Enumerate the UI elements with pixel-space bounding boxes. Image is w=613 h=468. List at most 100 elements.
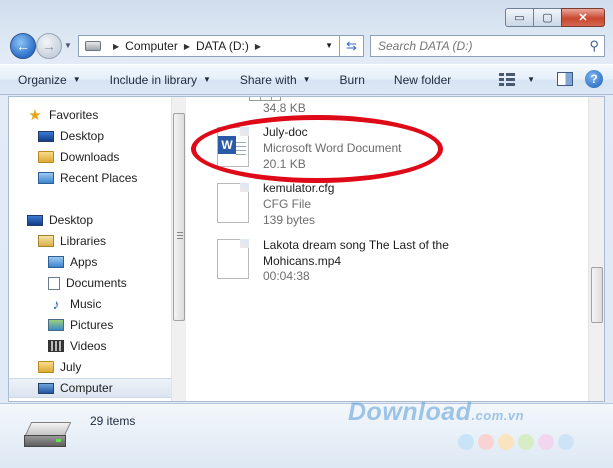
command-bar: Organize ▼ Include in library ▼ Share wi… (0, 64, 613, 95)
forward-arrow-icon: → (42, 38, 56, 54)
library-folder-icon (48, 256, 64, 268)
back-arrow-icon: ← (16, 38, 30, 54)
libraries-icon (38, 235, 54, 247)
address-row: ← → ▼ ▶ Computer ▶ DATA (D:) ▶ ▼ ⇆ ⚲ (8, 33, 605, 59)
computer-icon (38, 382, 54, 394)
close-button[interactable]: ✕ (561, 8, 605, 27)
documents-icon (48, 276, 60, 290)
scrollbar-thumb[interactable] (591, 267, 603, 323)
main-content: ★ Favorites Desktop Downloads Recent Pla… (8, 96, 605, 402)
file-item-july-doc[interactable]: W July-doc Microsoft Word Document 20.1 … (217, 123, 588, 171)
sidebar-item-recent-places[interactable]: Recent Places (9, 168, 171, 188)
share-with-button[interactable]: Share with ▼ (240, 73, 311, 87)
sidebar-item-july[interactable]: July (9, 357, 171, 377)
sidebar-item-label: Desktop (49, 213, 94, 227)
sidebar-item-computer[interactable]: Computer (9, 378, 171, 398)
file-name: July-doc (263, 125, 308, 139)
navigation-pane: ★ Favorites Desktop Downloads Recent Pla… (9, 97, 171, 401)
chevron-down-icon: ▼ (72, 75, 81, 84)
sidebar-item-pictures[interactable]: Pictures (9, 315, 171, 335)
sidebar-item-label: Computer (60, 381, 113, 395)
sidebar-item-libraries[interactable]: Libraries (9, 231, 171, 251)
word-document-icon: W (217, 127, 249, 167)
dot (458, 434, 474, 450)
address-dropdown-icon[interactable]: ▼ (325, 41, 333, 50)
search-icon[interactable]: ⚲ (589, 38, 599, 54)
user-folder-icon (38, 361, 54, 373)
video-file-icon (217, 239, 249, 279)
explorer-window: ▭ ▢ ✕ ← → ▼ ▶ Computer ▶ DATA (D:) ▶ ▼ ⇆… (0, 0, 613, 468)
word-logo-icon: W (218, 136, 236, 154)
file-name: Lakota dream song The Last of the Mohica… (263, 238, 449, 268)
sidebar-item-label: Downloads (60, 150, 120, 164)
sidebar-item-desktop-root[interactable]: Desktop (9, 210, 171, 230)
search-input[interactable] (378, 39, 578, 53)
dot (478, 434, 494, 450)
view-controls: ▼ ? (499, 70, 603, 88)
chevron-right-icon[interactable]: ▶ (255, 42, 261, 51)
preview-pane-icon[interactable] (557, 72, 573, 86)
sidebar-item-favorites[interactable]: ★ Favorites (9, 105, 171, 125)
file-item-lakota-mp4[interactable]: Lakota dream song The Last of the Mohica… (217, 235, 588, 283)
view-options-dropdown-icon[interactable]: ▼ (527, 75, 535, 84)
forward-button[interactable]: → (36, 33, 62, 59)
sidebar-item-apps[interactable]: Apps (9, 252, 171, 272)
new-folder-label: New folder (393, 72, 452, 87)
include-in-library-label: Include in library (109, 72, 197, 87)
file-duration: 00:04:38 (263, 269, 310, 283)
share-with-label: Share with (239, 72, 297, 87)
dot (518, 434, 534, 450)
organize-button[interactable]: Organize ▼ (18, 73, 81, 87)
sidebar-item-label: Music (70, 297, 102, 311)
videos-icon (48, 340, 64, 352)
sidebar-item-label: Desktop (60, 129, 105, 143)
refresh-icon: ⇆ (346, 38, 357, 53)
sidebar-item-documents[interactable]: Documents (9, 273, 171, 293)
downloads-folder-icon (38, 151, 54, 163)
file-list: 34.8 KB W July-doc Microsoft Word Docume… (187, 97, 588, 401)
maximize-button[interactable]: ▢ (533, 8, 561, 27)
chevron-right-icon[interactable]: ▶ (184, 42, 190, 51)
music-icon: ♪ (52, 296, 60, 312)
new-folder-button[interactable]: New folder (394, 73, 451, 87)
breadcrumb-data-drive[interactable]: DATA (D:) (196, 39, 249, 53)
recent-pages-dropdown[interactable]: ▼ (64, 41, 72, 50)
file-size: 34.8 KB (263, 101, 306, 115)
dot (538, 434, 554, 450)
refresh-button[interactable]: ⇆ (340, 35, 364, 57)
scrollbar-thumb[interactable] (173, 113, 185, 321)
back-button[interactable]: ← (10, 33, 36, 59)
breadcrumb-computer[interactable]: Computer (125, 39, 178, 53)
minimize-button[interactable]: ▭ (505, 8, 533, 27)
search-box[interactable]: ⚲ (370, 35, 605, 57)
file-list-scrollbar[interactable] (588, 97, 604, 401)
file-name: kemulator.cfg (263, 181, 335, 195)
change-view-icon[interactable] (499, 71, 517, 87)
file-type: CFG File (263, 197, 311, 211)
sidebar-item-label: Apps (70, 255, 98, 269)
sidebar-item-label: Pictures (70, 318, 114, 332)
drive-icon (85, 41, 101, 51)
sidebar-item-downloads[interactable]: Downloads (9, 147, 171, 167)
file-item-kemulator-cfg[interactable]: kemulator.cfg CFG File 139 bytes (217, 179, 588, 227)
hard-drive-icon (24, 422, 72, 450)
include-in-library-button[interactable]: Include in library ▼ (110, 73, 211, 87)
sidebar-item-label: Videos (70, 339, 107, 353)
burn-button[interactable]: Burn (340, 73, 365, 87)
chevron-right-icon[interactable]: ▶ (113, 42, 119, 51)
organize-label: Organize (18, 72, 67, 87)
help-icon[interactable]: ? (585, 70, 603, 88)
navigation-pane-scrollbar[interactable] (171, 97, 186, 401)
chevron-down-icon: ▼ (203, 75, 211, 84)
sidebar-item-videos[interactable]: Videos (9, 336, 171, 356)
sidebar-item-music[interactable]: ♪ Music (9, 294, 171, 314)
address-bar[interactable]: ▶ Computer ▶ DATA (D:) ▶ ▼ (78, 35, 340, 57)
sidebar-item-label: Documents (66, 276, 127, 290)
item-count: 29 items (90, 414, 136, 428)
recent-places-icon (38, 172, 54, 184)
burn-label: Burn (339, 72, 365, 87)
file-type: Microsoft Word Document (263, 141, 402, 155)
sidebar-item-label: Favorites (49, 108, 99, 122)
sidebar-item-desktop[interactable]: Desktop (9, 126, 171, 146)
file-size: 139 bytes (263, 213, 316, 227)
